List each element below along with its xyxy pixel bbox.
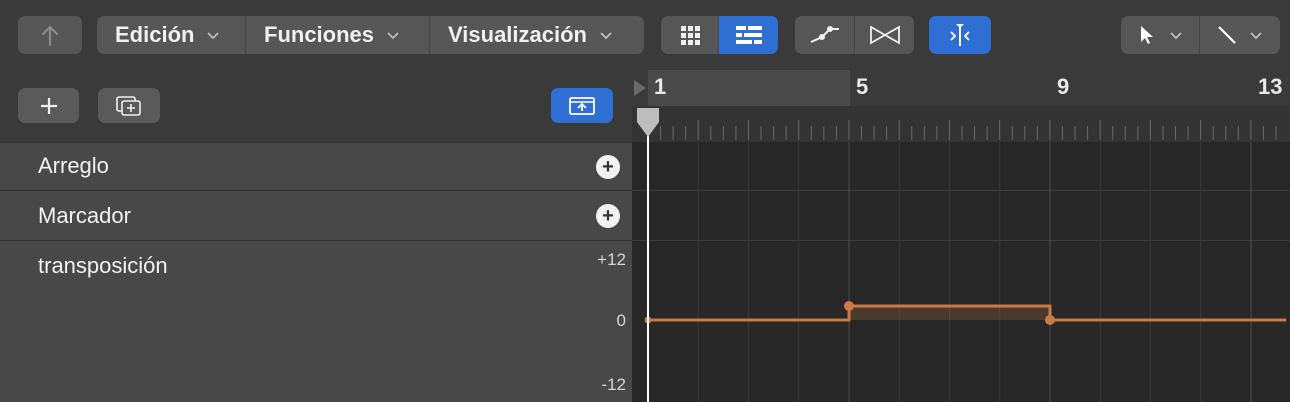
chevron-down-icon <box>1170 32 1182 40</box>
bar-number: 5 <box>856 74 869 99</box>
bar-number: 9 <box>1057 74 1070 99</box>
lane-arrangement-label: Arreglo <box>38 153 109 178</box>
view-mode-segment <box>661 16 778 54</box>
transposition-node[interactable] <box>1045 315 1055 325</box>
chevron-down-icon <box>207 32 220 40</box>
lane-transposition-label: transposición <box>38 253 168 278</box>
pointer-tool-button[interactable] <box>1121 16 1200 54</box>
menu-visualizacion-label: Visualización <box>448 22 587 47</box>
add-track-button[interactable] <box>18 88 79 123</box>
menu-funciones-label: Funciones <box>264 22 375 47</box>
move-to-top-icon <box>569 96 595 115</box>
back-button[interactable] <box>18 16 82 54</box>
app-window: Edición Funciones Visualización Arreglo … <box>0 0 1290 402</box>
catch-playhead-button[interactable] <box>929 16 991 54</box>
chevron-down-icon <box>1250 32 1262 40</box>
toolbar: Edición Funciones Visualización <box>0 0 1290 70</box>
menu-funciones[interactable]: Funciones <box>246 16 430 54</box>
duplicate-track-button[interactable] <box>98 88 160 123</box>
automation-curve-button[interactable] <box>795 16 855 54</box>
pencil-tool-button[interactable] <box>1200 16 1280 54</box>
lane-marker[interactable]: Marcador + <box>0 190 632 240</box>
back-arrow-icon <box>41 25 59 47</box>
crossfade-icon <box>869 25 900 45</box>
grid-view-button[interactable] <box>661 16 719 54</box>
playhead[interactable] <box>632 106 672 402</box>
beat-ruler[interactable] <box>632 106 1290 142</box>
cycle-start-marker-icon[interactable] <box>632 78 648 98</box>
transposition-region-fill <box>849 306 1050 320</box>
menu-visualizacion[interactable]: Visualización <box>430 16 644 54</box>
pointer-tool-icon <box>1141 26 1153 44</box>
move-to-top-button[interactable] <box>551 88 613 123</box>
curve-mode-segment <box>795 16 914 54</box>
lane-transposition[interactable]: transposición +12 0 -12 <box>0 240 632 402</box>
crossfade-button[interactable] <box>855 16 914 54</box>
pencil-tool-icon <box>1218 26 1236 44</box>
lane-marker-label: Marcador <box>38 203 131 228</box>
duplicate-track-icon <box>116 95 141 116</box>
menu-edicion-label: Edición <box>115 22 195 47</box>
chevron-down-icon <box>600 32 612 40</box>
plus-icon <box>40 97 57 114</box>
menu-edicion[interactable]: Edición <box>97 16 246 54</box>
bar-number: 1 <box>654 74 667 99</box>
bar-number: 13 <box>1258 74 1283 99</box>
transpose-scale-mid: 0 <box>616 311 626 330</box>
transpose-scale-bottom: -12 <box>601 375 626 394</box>
timeline-area[interactable]: 1 5 9 13 <box>632 70 1290 402</box>
bar-ruler[interactable]: 1 5 9 13 <box>632 70 1290 106</box>
beat-ticks <box>647 120 1277 140</box>
transpose-scale-top: +12 <box>597 250 626 269</box>
catch-playhead-icon <box>950 24 970 46</box>
chevron-down-icon <box>387 32 399 40</box>
automation-curve-icon <box>810 26 839 43</box>
track-grid[interactable] <box>632 142 1290 402</box>
transposition-curve[interactable] <box>632 142 1290 402</box>
menu-bar: Edición Funciones Visualización <box>97 16 644 54</box>
global-tracks-header: Arreglo + Marcador + transposición +12 0… <box>0 70 632 402</box>
transposition-node[interactable] <box>844 301 854 311</box>
track-header-toolbar <box>0 70 632 142</box>
lane-arrangement[interactable]: Arreglo + <box>0 142 632 190</box>
add-marker-icon[interactable]: + <box>596 204 620 228</box>
list-view-button[interactable] <box>719 16 778 54</box>
cycle-region[interactable] <box>648 70 850 106</box>
tool-segment <box>1121 16 1280 54</box>
list-view-icon <box>735 26 762 44</box>
grid-view-icon <box>680 26 700 45</box>
add-arrangement-icon[interactable]: + <box>596 155 620 179</box>
